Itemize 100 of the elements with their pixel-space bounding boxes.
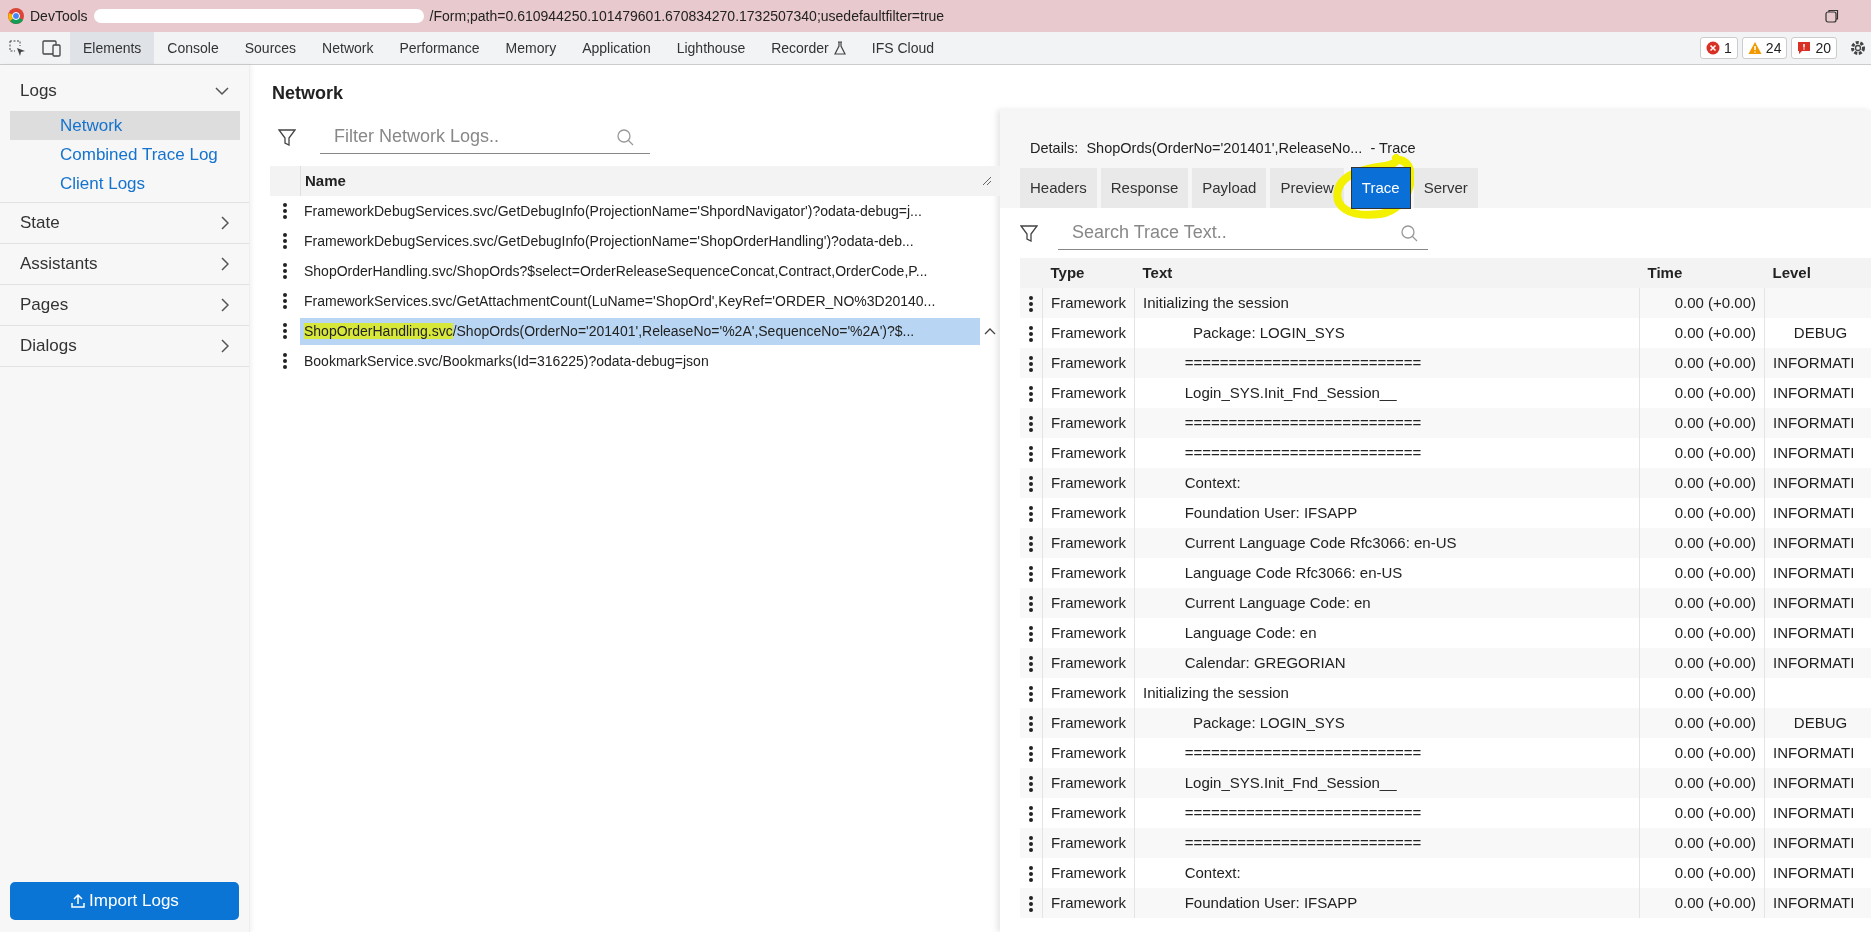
more-icon[interactable] bbox=[1028, 445, 1034, 464]
trace-text: Current Language Code Rfc3066: en-US bbox=[1183, 534, 1457, 551]
trace-text: =========================== bbox=[1183, 804, 1422, 821]
trace-level: INFORMATI bbox=[1773, 504, 1855, 521]
trace-type: Framework bbox=[1051, 384, 1126, 401]
sidebar-section[interactable]: State bbox=[0, 203, 249, 244]
more-icon[interactable] bbox=[282, 352, 288, 370]
trace-level: INFORMATI bbox=[1773, 804, 1855, 821]
sidebar-item[interactable]: Client Logs bbox=[10, 169, 240, 198]
devtools-tab[interactable]: Network bbox=[309, 32, 387, 64]
import-logs-button[interactable]: Import Logs bbox=[10, 882, 239, 920]
filter-icon[interactable] bbox=[1020, 224, 1038, 243]
more-icon[interactable] bbox=[1028, 775, 1034, 794]
details-tab[interactable]: Trace bbox=[1351, 167, 1410, 209]
more-icon[interactable] bbox=[1028, 865, 1034, 884]
devtools-tab[interactable]: Application bbox=[569, 32, 664, 64]
details-tab[interactable]: Response bbox=[1100, 167, 1189, 209]
error-count-chip[interactable]: 1 bbox=[1700, 37, 1738, 59]
more-icon[interactable] bbox=[282, 292, 288, 310]
sidebar-item[interactable]: Network bbox=[10, 111, 240, 140]
chevron-right-icon bbox=[219, 298, 229, 312]
network-log-entry[interactable]: ShopOrderHandling.svc/ShopOrds(OrderNo='201401',ReleaseNo='%2A',SequenceNo='%2A')?$... bbox=[300, 317, 980, 345]
network-log-entry[interactable]: FrameworkDebugServices.svc/GetDebugInfo(ProjectionName='ShpordNavigator')?odata-debug=j... bbox=[300, 197, 1000, 225]
trace-time: 0.00 (+0.00) bbox=[1674, 774, 1756, 791]
devtools-tab[interactable]: Elements bbox=[70, 32, 155, 64]
network-log-entry[interactable]: FrameworkServices.svc/GetAttachmentCount(LuName='ShopOrd',KeyRef='ORDER_NO%3D20140... bbox=[300, 287, 1000, 315]
details-tab[interactable]: Payload bbox=[1192, 167, 1267, 209]
resize-handle-icon[interactable] bbox=[982, 176, 992, 186]
devtools-tab[interactable]: Lighthouse bbox=[663, 32, 759, 64]
more-icon[interactable] bbox=[1028, 715, 1034, 734]
more-icon[interactable] bbox=[1028, 355, 1034, 374]
more-icon[interactable] bbox=[1028, 895, 1034, 914]
more-icon[interactable] bbox=[1028, 415, 1034, 434]
trace-level: INFORMATI bbox=[1773, 384, 1855, 401]
details-tab[interactable]: Server bbox=[1413, 167, 1478, 209]
column-header: Text bbox=[1134, 258, 1640, 289]
more-icon[interactable] bbox=[282, 232, 288, 250]
trace-text: Context: bbox=[1183, 474, 1241, 491]
trace-time: 0.00 (+0.00) bbox=[1674, 744, 1756, 761]
trace-level: INFORMATI bbox=[1773, 864, 1855, 881]
filter-icon[interactable] bbox=[278, 128, 296, 146]
more-icon[interactable] bbox=[282, 322, 288, 340]
more-icon[interactable] bbox=[1028, 565, 1034, 584]
more-icon[interactable] bbox=[282, 202, 288, 220]
sidebar-section[interactable]: Logs bbox=[0, 70, 249, 111]
trace-time: 0.00 (+0.00) bbox=[1674, 834, 1756, 851]
trace-type: Framework bbox=[1051, 684, 1126, 701]
details-tab[interactable]: Preview bbox=[1270, 167, 1344, 209]
more-icon[interactable] bbox=[1028, 745, 1034, 764]
more-icon[interactable] bbox=[1028, 505, 1034, 524]
more-icon[interactable] bbox=[1028, 475, 1034, 494]
search-field[interactable]: Search Trace Text.. bbox=[1058, 216, 1428, 251]
settings-icon[interactable] bbox=[1849, 39, 1867, 57]
sidebar-item[interactable]: Combined Trace Log bbox=[10, 140, 240, 169]
network-log-entry[interactable]: ShopOrderHandling.svc/ShopOrds?$select=OrderReleaseSequenceConcat,Contract,OrderCode,P... bbox=[300, 257, 1000, 285]
details-tab[interactable]: Headers bbox=[1020, 167, 1097, 209]
more-icon[interactable] bbox=[1028, 805, 1034, 824]
sidebar-section[interactable]: Dialogs bbox=[0, 326, 249, 367]
more-icon[interactable] bbox=[1028, 535, 1034, 554]
trace-type: Framework bbox=[1051, 504, 1126, 521]
trace-level: INFORMATI bbox=[1773, 564, 1855, 581]
trace-text: =========================== bbox=[1183, 744, 1422, 761]
devtools-tab[interactable]: Sources bbox=[231, 32, 310, 64]
restore-icon[interactable] bbox=[1825, 9, 1839, 23]
caret-up-icon[interactable] bbox=[984, 327, 996, 335]
more-icon[interactable] bbox=[1028, 595, 1034, 614]
network-log-entry[interactable]: BookmarkService.svc/Bookmarks(Id=316225)?odata-debug=json bbox=[300, 347, 1000, 375]
filter-field[interactable]: Filter Network Logs.. bbox=[320, 120, 650, 154]
search-icon bbox=[1401, 225, 1418, 243]
column-header: Level bbox=[1764, 258, 1871, 289]
inspect-icon[interactable] bbox=[8, 39, 26, 57]
trace-text: Login_SYS.Init_Fnd_Session__ bbox=[1183, 774, 1397, 791]
trace-type: Framework bbox=[1051, 294, 1126, 311]
trace-type: Framework bbox=[1051, 534, 1126, 551]
network-log-entry[interactable]: FrameworkDebugServices.svc/GetDebugInfo(ProjectionName='ShopOrderHandling')?odata-deb... bbox=[300, 227, 1000, 255]
sidebar-section[interactable]: Assistants bbox=[0, 244, 249, 285]
trace-text: Initializing the session bbox=[1143, 294, 1289, 311]
trace-type: Framework bbox=[1051, 474, 1126, 491]
devtools-tab[interactable]: Console bbox=[154, 32, 232, 64]
warning-count-chip[interactable]: 24 bbox=[1741, 37, 1788, 59]
trace-type: Framework bbox=[1051, 894, 1126, 911]
devtools-tab[interactable]: IFS Cloud bbox=[858, 32, 948, 64]
devtools-tab[interactable]: Performance bbox=[386, 32, 493, 64]
device-toolbar-icon[interactable] bbox=[42, 39, 62, 57]
sidebar-section[interactable]: Pages bbox=[0, 285, 249, 326]
more-icon[interactable] bbox=[1028, 325, 1034, 344]
devtools-tab[interactable]: Recorder bbox=[758, 32, 859, 64]
warning-icon bbox=[1747, 41, 1762, 55]
more-icon[interactable] bbox=[1028, 625, 1034, 644]
column-header: Name bbox=[304, 170, 346, 191]
more-icon[interactable] bbox=[1028, 835, 1034, 854]
devtools-tab[interactable]: Memory bbox=[492, 32, 570, 64]
more-icon[interactable] bbox=[1028, 655, 1034, 674]
message-count-chip[interactable]: 20 bbox=[1791, 37, 1837, 59]
more-icon[interactable] bbox=[282, 262, 288, 280]
more-icon[interactable] bbox=[1028, 295, 1034, 314]
trace-text: =========================== bbox=[1183, 834, 1422, 851]
more-icon[interactable] bbox=[1028, 685, 1034, 704]
more-icon[interactable] bbox=[1028, 385, 1034, 404]
trace-type: Framework bbox=[1051, 624, 1126, 641]
